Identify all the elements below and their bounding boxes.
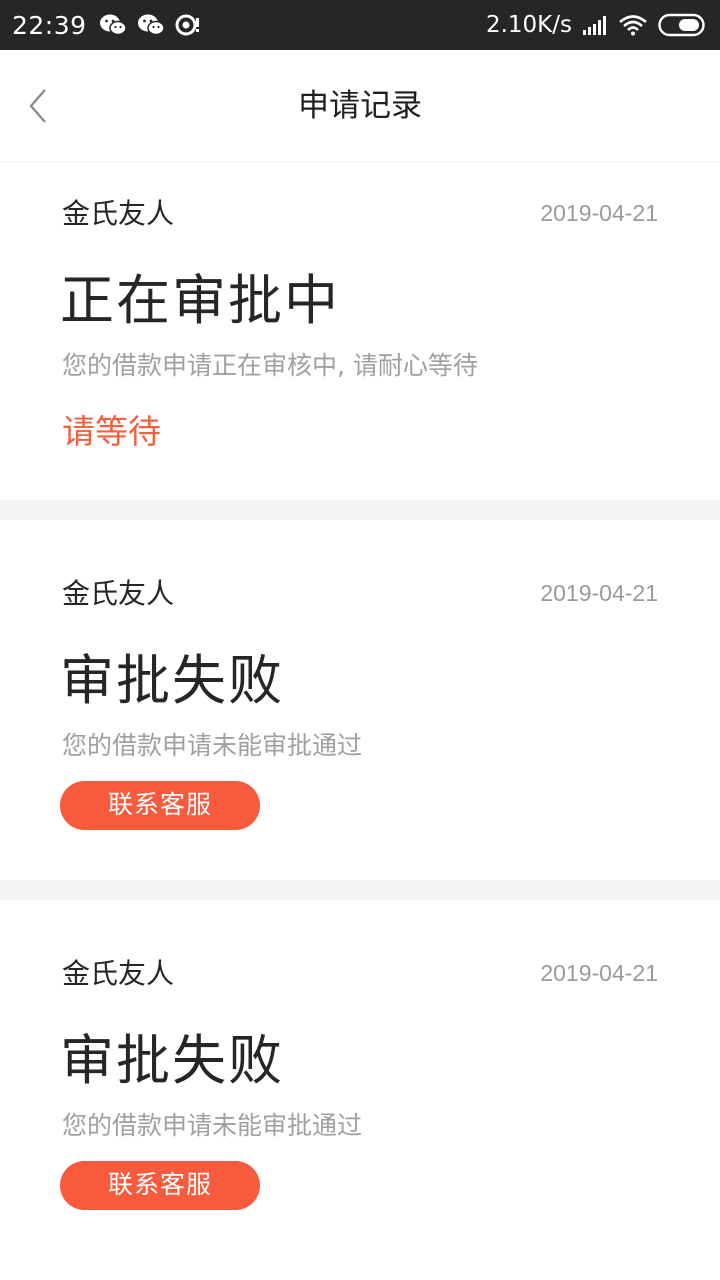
notification-icons bbox=[99, 13, 201, 37]
record-description: 您的借款申请正在审核中, 请耐心等待 bbox=[62, 351, 478, 380]
contact-support-button[interactable]: 联系客服 bbox=[60, 1161, 260, 1210]
eye-notification-icon bbox=[175, 14, 199, 36]
status-right: 2.10K/s bbox=[486, 12, 708, 38]
record-name: 金氏友人 bbox=[62, 197, 175, 230]
record-date: 2019-04-21 bbox=[540, 200, 658, 226]
record-description: 您的借款申请未能审批通过 bbox=[62, 1111, 363, 1140]
record-status: 审批失败 bbox=[60, 649, 284, 712]
wechat-icon bbox=[99, 14, 127, 36]
record-wait-text: 请等待 bbox=[62, 412, 161, 451]
signal-icon bbox=[583, 16, 606, 35]
wifi-icon bbox=[619, 15, 647, 36]
record-card: 金氏友人 2019-04-21 审批失败 您的借款申请未能审批通过 联系客服 bbox=[0, 900, 720, 1260]
record-card: 金氏友人 2019-04-21 审批失败 您的借款申请未能审批通过 联系客服 bbox=[0, 520, 720, 880]
card-separator bbox=[0, 880, 720, 900]
record-list: 金氏友人 2019-04-21 正在审批中 您的借款申请正在审核中, 请耐心等待… bbox=[0, 162, 720, 1260]
record-name: 金氏友人 bbox=[62, 957, 175, 990]
record-date: 2019-04-21 bbox=[540, 960, 658, 986]
page-title: 申请记录 bbox=[298, 88, 422, 124]
record-status: 审批失败 bbox=[60, 1029, 284, 1092]
record-card: 金氏友人 2019-04-21 正在审批中 您的借款申请正在审核中, 请耐心等待… bbox=[0, 162, 720, 500]
battery-icon bbox=[658, 13, 705, 37]
network-speed: 2.10K/s bbox=[485, 12, 572, 38]
record-status: 正在审批中 bbox=[60, 269, 340, 332]
wechat-icon bbox=[137, 14, 165, 36]
status-bar: 22:39 2.10K/s bbox=[0, 0, 720, 50]
status-time: 22:39 bbox=[12, 10, 87, 40]
contact-support-button[interactable]: 联系客服 bbox=[60, 781, 260, 830]
navigation-header: 申请记录 bbox=[0, 50, 720, 162]
card-separator bbox=[0, 500, 720, 520]
record-date: 2019-04-21 bbox=[540, 580, 658, 606]
record-name: 金氏友人 bbox=[62, 577, 175, 610]
record-description: 您的借款申请未能审批通过 bbox=[62, 731, 363, 760]
